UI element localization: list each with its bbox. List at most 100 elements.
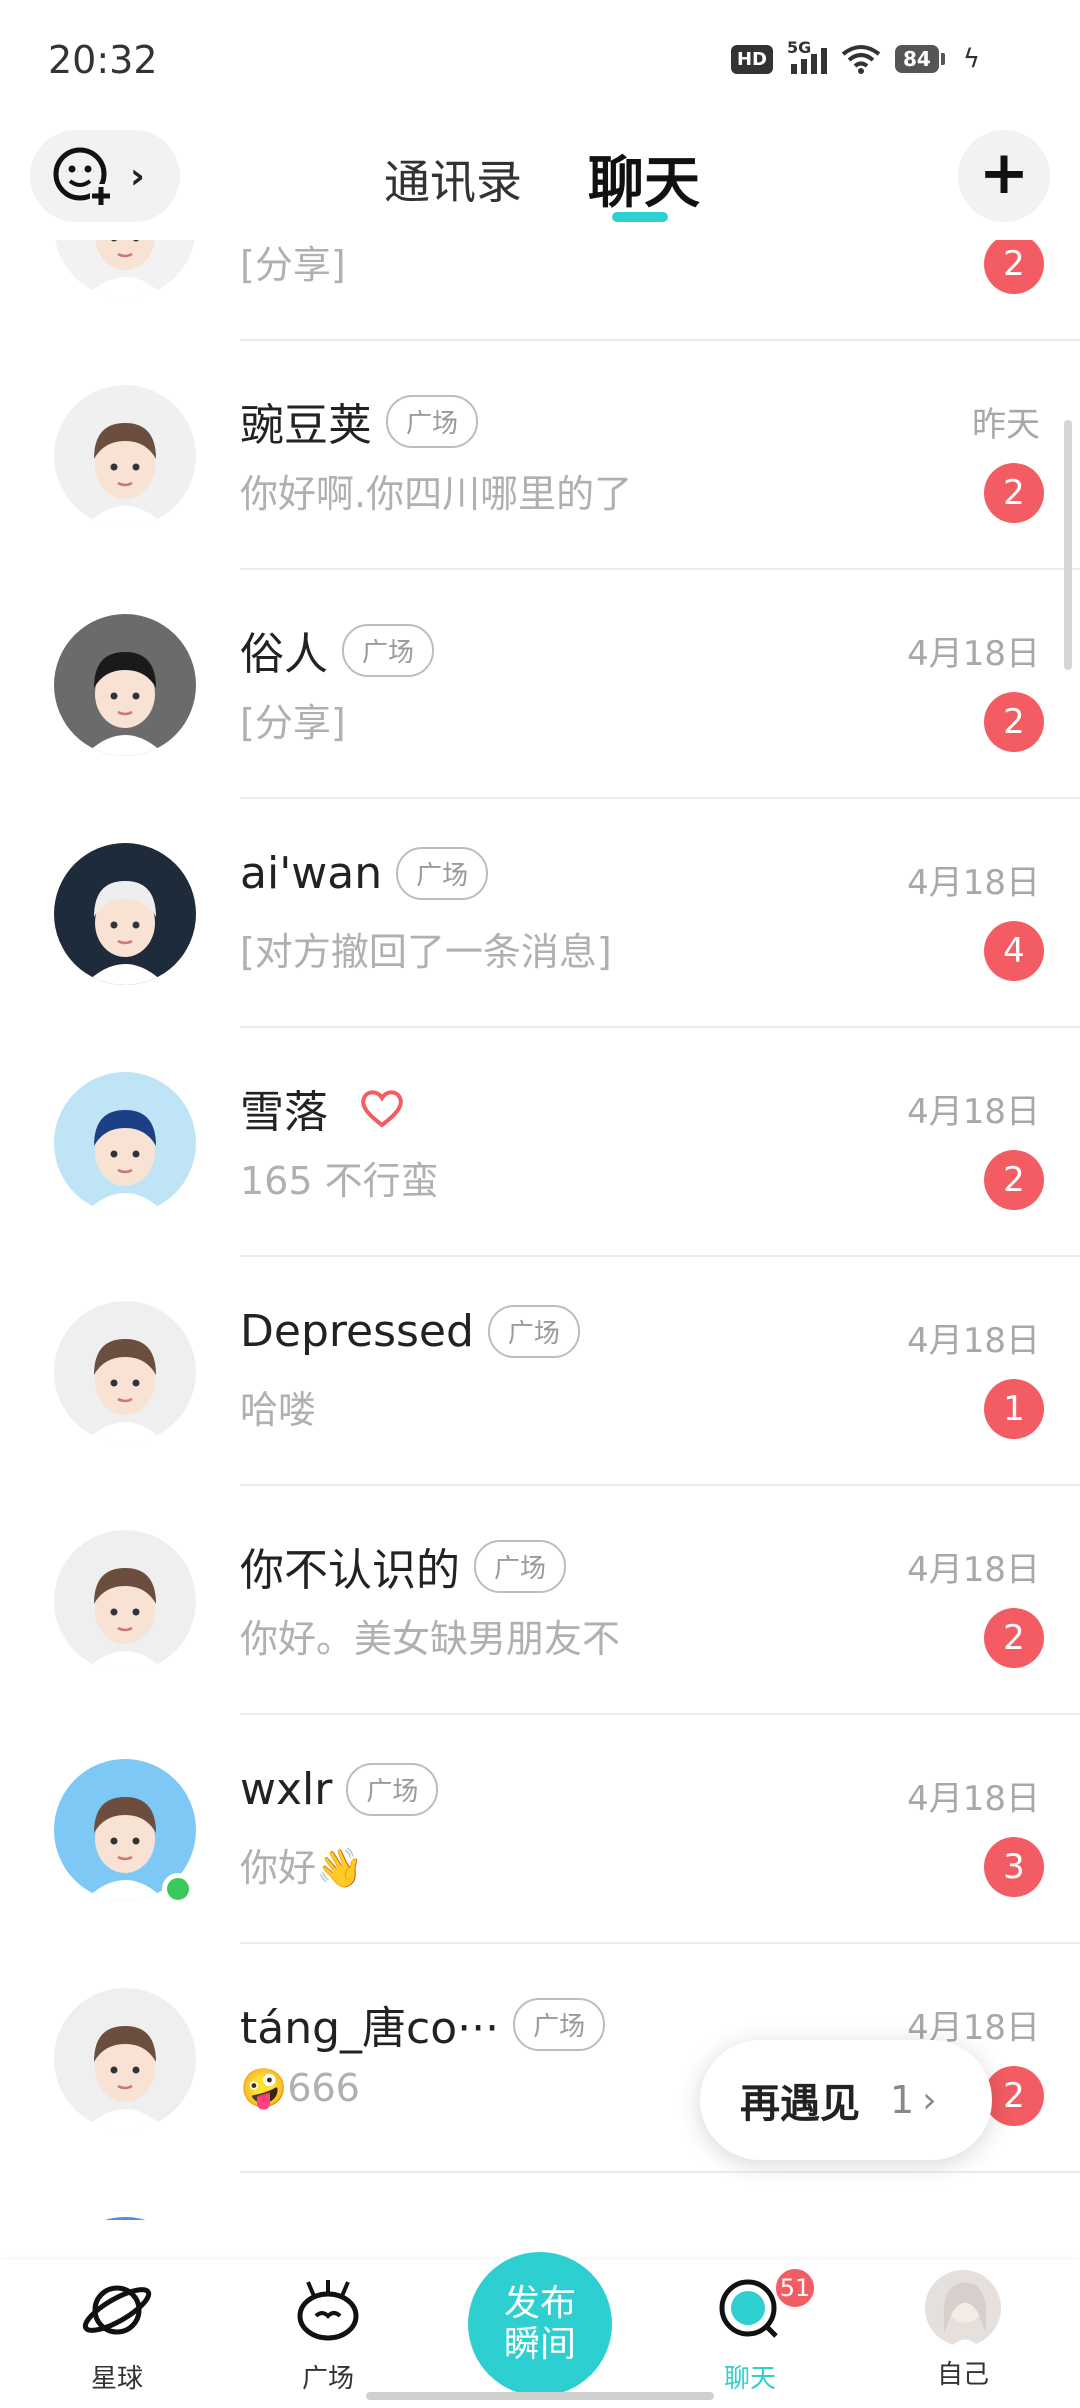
name-line: ai'wan 广场 <box>240 847 489 900</box>
reunion-button[interactable]: 再遇见 1 › <box>700 2040 992 2160</box>
online-indicator <box>162 1873 194 1905</box>
publish-moment-button[interactable]: 发布瞬间 <box>468 2252 612 2396</box>
wifi-icon <box>841 45 881 74</box>
nav-square-label: 广场 <box>301 2364 354 2394</box>
chevron-right-icon: › <box>130 155 145 197</box>
unread-badge: 2 <box>984 1150 1044 1210</box>
contact-name: wxlr <box>240 1764 333 1815</box>
chat-row[interactable]: Depressed 广场 4月18日 哈喽 1 <box>0 1257 1080 1486</box>
status-icons: HD 5G 84 ϟ <box>730 38 980 74</box>
plus-icon: + <box>978 138 1030 208</box>
last-message-preview: 你好👋 <box>240 1846 364 1890</box>
chat-list[interactable]: [分享] 2 豌豆荚 广场 昨天 你好啊.你四川哪里的了 2 俗人 广场 4月18日 [分享] 2 ai… <box>0 240 1080 2220</box>
name-line: 豌豆荚 广场 <box>240 389 479 453</box>
nav-me-label: 自己 <box>936 2360 989 2390</box>
hd-icon: HD <box>730 44 773 74</box>
source-tag: 广场 <box>396 847 489 900</box>
smiley-add-icon <box>53 147 112 206</box>
contact-avatar[interactable] <box>54 1072 196 1214</box>
chat-row[interactable]: 你不认识的 广场 4月18日你好。美女缺男朋友不 2 <box>0 1486 1080 1715</box>
unread-badge: 2 <box>984 1608 1044 1668</box>
last-message-preview: [对方撤回了一条消息] <box>240 930 612 974</box>
add-button[interactable]: + <box>958 130 1050 222</box>
contact-avatar[interactable] <box>54 614 196 756</box>
contact-name: 雪落 <box>240 1087 328 1138</box>
last-message-time: 4月18日 <box>907 634 1040 674</box>
last-message-preview: 哈喽 <box>240 1388 317 1432</box>
last-message-time: 4月18日 <box>907 1779 1040 1819</box>
emoji-status-button[interactable]: › <box>30 130 180 222</box>
chat-row[interactable]: wxlr 广场 4月18日你好👋 3 <box>0 1715 1080 1944</box>
chat-row[interactable]: [分享] 2 <box>0 240 1080 341</box>
chat-row[interactable]: 音爱精减4月17日 <box>0 2173 1080 2220</box>
bottom-nav: 星球 广场 发布瞬间 51 聊天 自己 <box>0 2252 1080 2408</box>
signal-icon: 5G <box>787 38 827 74</box>
contact-name: 豌豆荚 <box>240 400 372 451</box>
unread-badge: 2 <box>984 2066 1044 2126</box>
unread-badge: 4 <box>984 921 1044 981</box>
nav-chat[interactable]: 51 聊天 <box>685 2266 817 2395</box>
nav-chat-label: 聊天 <box>723 2364 776 2394</box>
contact-name: ai'wan <box>240 848 383 899</box>
chevron-right-icon: › <box>922 2079 937 2121</box>
unread-badge: 2 <box>984 240 1044 294</box>
contact-avatar[interactable] <box>54 1988 196 2130</box>
last-message-time: 4月18日 <box>907 1550 1040 1590</box>
status-bar: 20:32 HD 5G 84 ϟ <box>0 0 1080 120</box>
contact-name: 你不认识的 <box>240 1545 460 1596</box>
last-message-time: 4月18日 <box>907 863 1040 903</box>
chat-row[interactable]: ai'wan 广场 4月18日 [对方撤回了一条消息] 4 <box>0 799 1080 1028</box>
charging-icon: ϟ <box>962 44 980 74</box>
unread-badge: 2 <box>984 692 1044 752</box>
contact-avatar[interactable] <box>54 1530 196 1672</box>
nav-square[interactable]: 广场 <box>263 2270 393 2395</box>
active-tab-indicator <box>612 212 668 222</box>
name-line: 雪落 <box>240 1076 406 1140</box>
unread-badge: 3 <box>984 1837 1044 1897</box>
scrollbar[interactable] <box>1064 420 1072 670</box>
name-line: táng_唐co··· 广场 <box>240 1992 606 2056</box>
source-tag: 广场 <box>513 1997 606 2051</box>
contact-avatar[interactable] <box>54 843 196 985</box>
tab-contacts[interactable]: 通讯录 <box>384 146 522 212</box>
heart-icon <box>361 1090 403 1128</box>
source-tag: 广场 <box>346 1763 439 1816</box>
source-tag: 广场 <box>342 623 435 677</box>
name-line: 俗人 广场 <box>240 618 435 682</box>
last-message-preview: 165 不行蛮 <box>240 1159 439 1203</box>
chat-unread-badge: 51 <box>773 2266 817 2310</box>
last-message-time: 昨天 <box>972 405 1040 445</box>
last-message-preview: [分享] <box>240 701 346 745</box>
unread-badge: 2 <box>984 463 1044 523</box>
name-line: wxlr 广场 <box>240 1763 439 1816</box>
source-tag: 广场 <box>487 1305 580 1358</box>
planet-icon <box>82 2285 152 2335</box>
contact-avatar[interactable] <box>54 240 196 298</box>
source-tag: 广场 <box>474 1539 567 1593</box>
last-message-time: 4月18日 <box>907 1092 1040 1132</box>
chat-row[interactable]: 豌豆荚 广场 昨天 你好啊.你四川哪里的了 2 <box>0 341 1080 570</box>
contact-avatar[interactable] <box>54 1301 196 1443</box>
chat-row[interactable]: 雪落 4月18日 165 不行蛮 2 <box>0 1028 1080 1257</box>
nav-planet-label: 星球 <box>90 2364 143 2394</box>
my-avatar <box>925 2270 1001 2346</box>
reunion-count: 1 <box>890 2078 915 2122</box>
name-line: 你不认识的 广场 <box>240 1534 567 1598</box>
home-indicator[interactable] <box>366 2392 714 2400</box>
contact-avatar[interactable] <box>54 2217 196 2220</box>
tab-chat[interactable]: 聊天 <box>588 138 700 219</box>
battery-icon: 84 <box>895 45 945 73</box>
nav-planet[interactable]: 星球 <box>52 2270 182 2395</box>
top-header: › 通讯录 聊天 + <box>0 120 1080 240</box>
last-message-preview: 🤪666 <box>240 2066 360 2110</box>
reunion-label: 再遇见 <box>740 2081 860 2127</box>
unread-badge: 1 <box>984 1379 1044 1439</box>
last-message-preview: 你好。美女缺男朋友不 <box>240 1617 621 1661</box>
contact-name: 俗人 <box>240 629 328 680</box>
last-message-preview: [分享] <box>240 243 346 287</box>
chat-row[interactable]: 俗人 广场 4月18日 [分享] 2 <box>0 570 1080 799</box>
source-tag: 广场 <box>386 394 479 448</box>
nav-me[interactable]: 自己 <box>898 2270 1028 2391</box>
contact-avatar[interactable] <box>54 385 196 527</box>
last-message-time: 4月18日 <box>907 1321 1040 1361</box>
